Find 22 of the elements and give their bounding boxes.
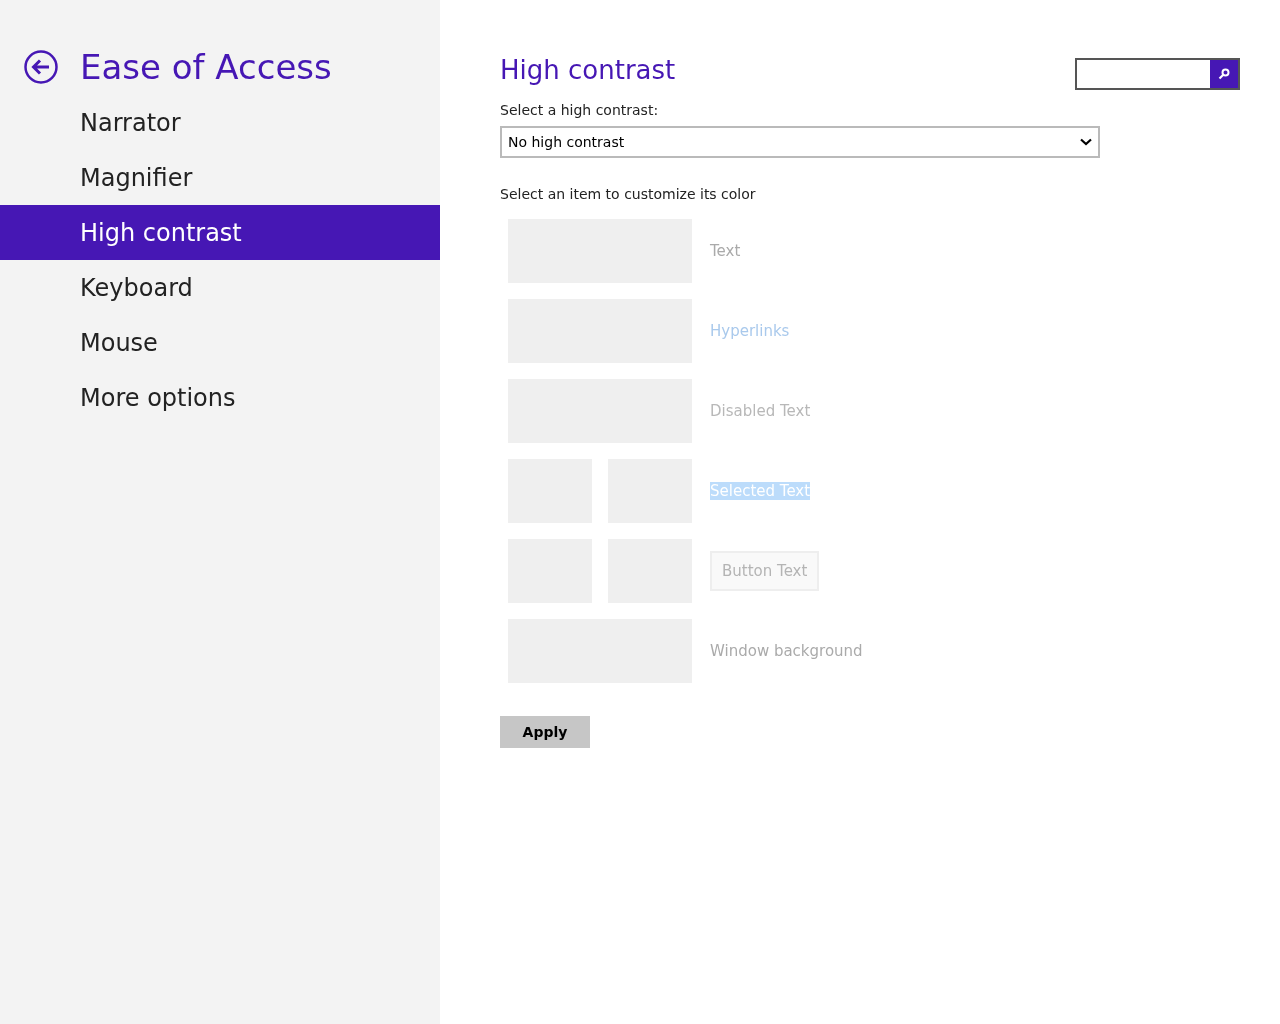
search-button[interactable] bbox=[1210, 60, 1238, 88]
section-title: High contrast bbox=[500, 54, 676, 87]
button-text-sample: Button Text bbox=[710, 550, 820, 592]
sidebar-item[interactable]: Magnifier bbox=[0, 150, 440, 205]
apply-button[interactable]: Apply bbox=[500, 716, 590, 748]
page-title: Ease of Access bbox=[80, 46, 332, 89]
select-label: Select a high contrast: bbox=[500, 101, 660, 120]
chevron-down-icon bbox=[1080, 138, 1092, 146]
contrast-dropdown[interactable]: No high contrast bbox=[500, 126, 1100, 158]
customize-label: Select an item to customize its color bbox=[500, 185, 757, 204]
search-field[interactable] bbox=[1075, 58, 1240, 90]
disabled-text-sample: Disabled Text bbox=[710, 400, 811, 422]
text-sample: Text bbox=[710, 240, 741, 262]
search-icon bbox=[1218, 68, 1230, 80]
sidebar-item[interactable]: High contrast bbox=[0, 205, 440, 260]
sidebar-item[interactable]: Narrator bbox=[0, 95, 440, 150]
sidebar-item[interactable]: Keyboard bbox=[0, 260, 440, 315]
window-background-label: Window background bbox=[710, 640, 863, 662]
selected-text-sample: Selected Text bbox=[710, 482, 811, 500]
sidebar-item[interactable]: More options bbox=[0, 370, 440, 425]
hyperlink-sample: Hyperlinks bbox=[710, 320, 790, 342]
sidebar-item[interactable]: Mouse bbox=[0, 315, 440, 370]
